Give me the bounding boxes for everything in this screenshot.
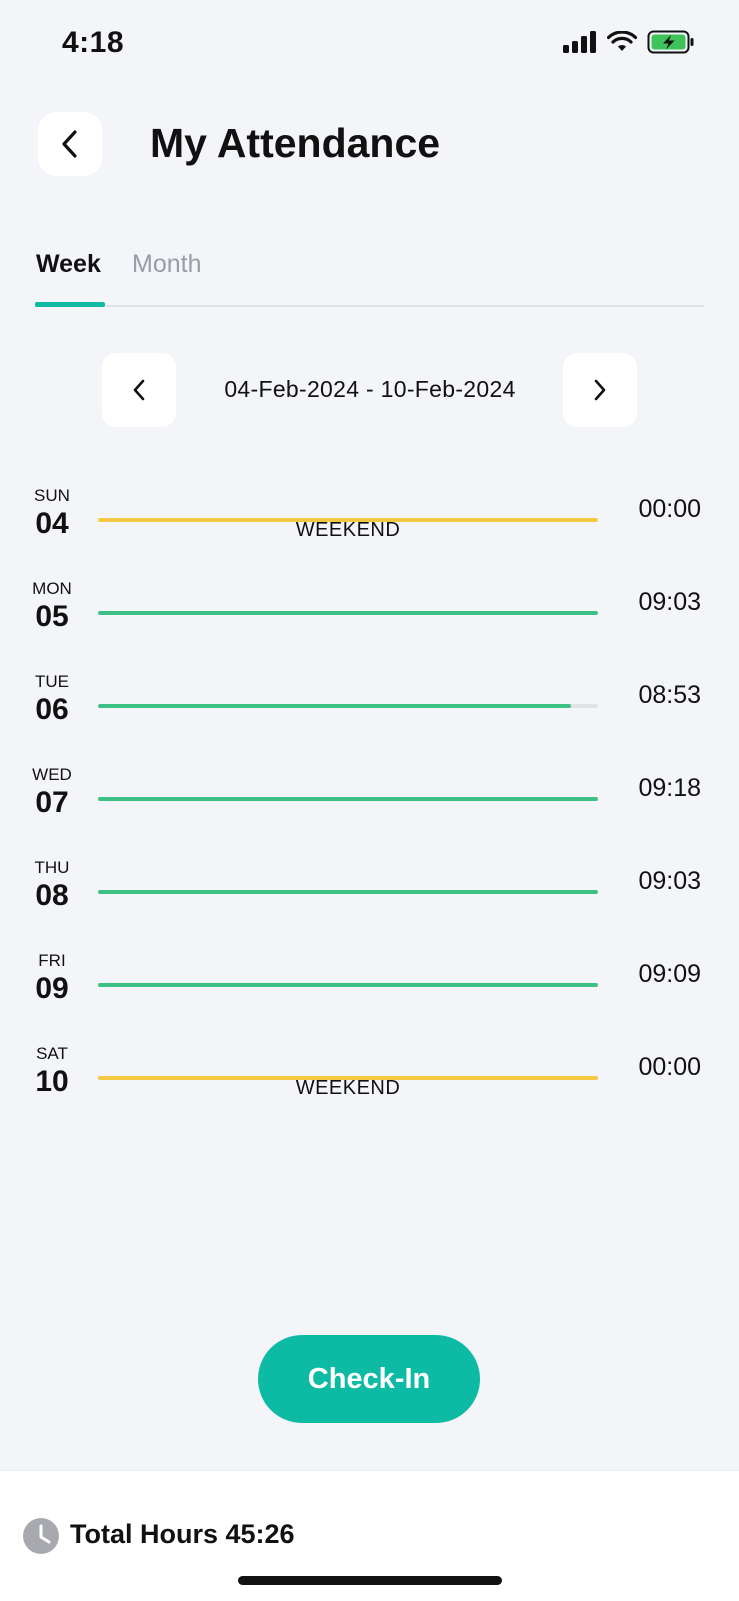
day-name: SAT <box>36 1044 68 1063</box>
clock-icon <box>23 1518 59 1554</box>
hours-progress-fill <box>98 704 571 708</box>
tab-month[interactable]: Month <box>132 250 201 279</box>
hours-progress-fill <box>98 890 598 894</box>
active-tab-indicator <box>35 302 105 307</box>
day-hours: 09:09 <box>638 960 701 988</box>
day-date: 10 <box>35 1065 69 1098</box>
home-indicator <box>238 1576 502 1585</box>
hours-progress-track <box>98 797 598 801</box>
day-date: 08 <box>35 879 69 912</box>
day-date: 05 <box>35 600 69 633</box>
hours-progress-track <box>98 890 598 894</box>
day-date: 06 <box>35 693 69 726</box>
chevron-left-icon <box>133 379 145 401</box>
hours-progress-track <box>98 611 598 615</box>
day-name: THU <box>34 858 70 877</box>
weekend-label: WEEKEND <box>295 1077 401 1099</box>
day-hours: 09:18 <box>638 774 701 802</box>
status-icons <box>563 30 695 54</box>
day-hours: 00:00 <box>638 1053 701 1081</box>
day-date: 04 <box>35 507 69 540</box>
page-title: My Attendance <box>150 120 441 166</box>
day-name: SUN <box>34 486 70 505</box>
day-name: TUE <box>35 672 69 691</box>
date-range: 04-Feb-2024 - 10-Feb-2024 <box>224 376 516 402</box>
back-button[interactable] <box>38 112 102 176</box>
day-hours: 09:03 <box>638 867 701 895</box>
next-week-button[interactable] <box>563 353 637 427</box>
chevron-right-icon <box>594 379 606 401</box>
tab-week[interactable]: Week <box>36 250 101 279</box>
day-name: FRI <box>38 951 66 970</box>
wifi-icon <box>607 31 637 51</box>
day-hours: 00:00 <box>638 495 701 523</box>
weekend-label: WEEKEND <box>295 519 401 541</box>
day-date: 07 <box>35 786 69 819</box>
battery-charging-icon <box>647 30 694 54</box>
day-hours: 09:03 <box>638 588 701 616</box>
check-in-button[interactable]: Check-In <box>258 1335 480 1423</box>
hours-progress-track <box>98 983 598 987</box>
previous-week-button[interactable] <box>102 353 176 427</box>
hours-progress-fill <box>98 611 598 615</box>
hours-progress-fill <box>98 983 598 987</box>
day-date: 09 <box>35 972 69 1005</box>
hours-progress-track <box>98 704 598 708</box>
signal-icon <box>563 31 596 53</box>
hours-progress-fill <box>98 797 598 801</box>
day-name: MON <box>32 579 72 598</box>
day-hours: 08:53 <box>638 681 701 709</box>
total-hours: Total Hours 45:26 <box>70 1519 295 1549</box>
day-name: WED <box>32 765 72 784</box>
chevron-left-icon <box>62 130 77 158</box>
tab-divider <box>35 305 704 307</box>
status-time: 4:18 <box>62 26 125 59</box>
